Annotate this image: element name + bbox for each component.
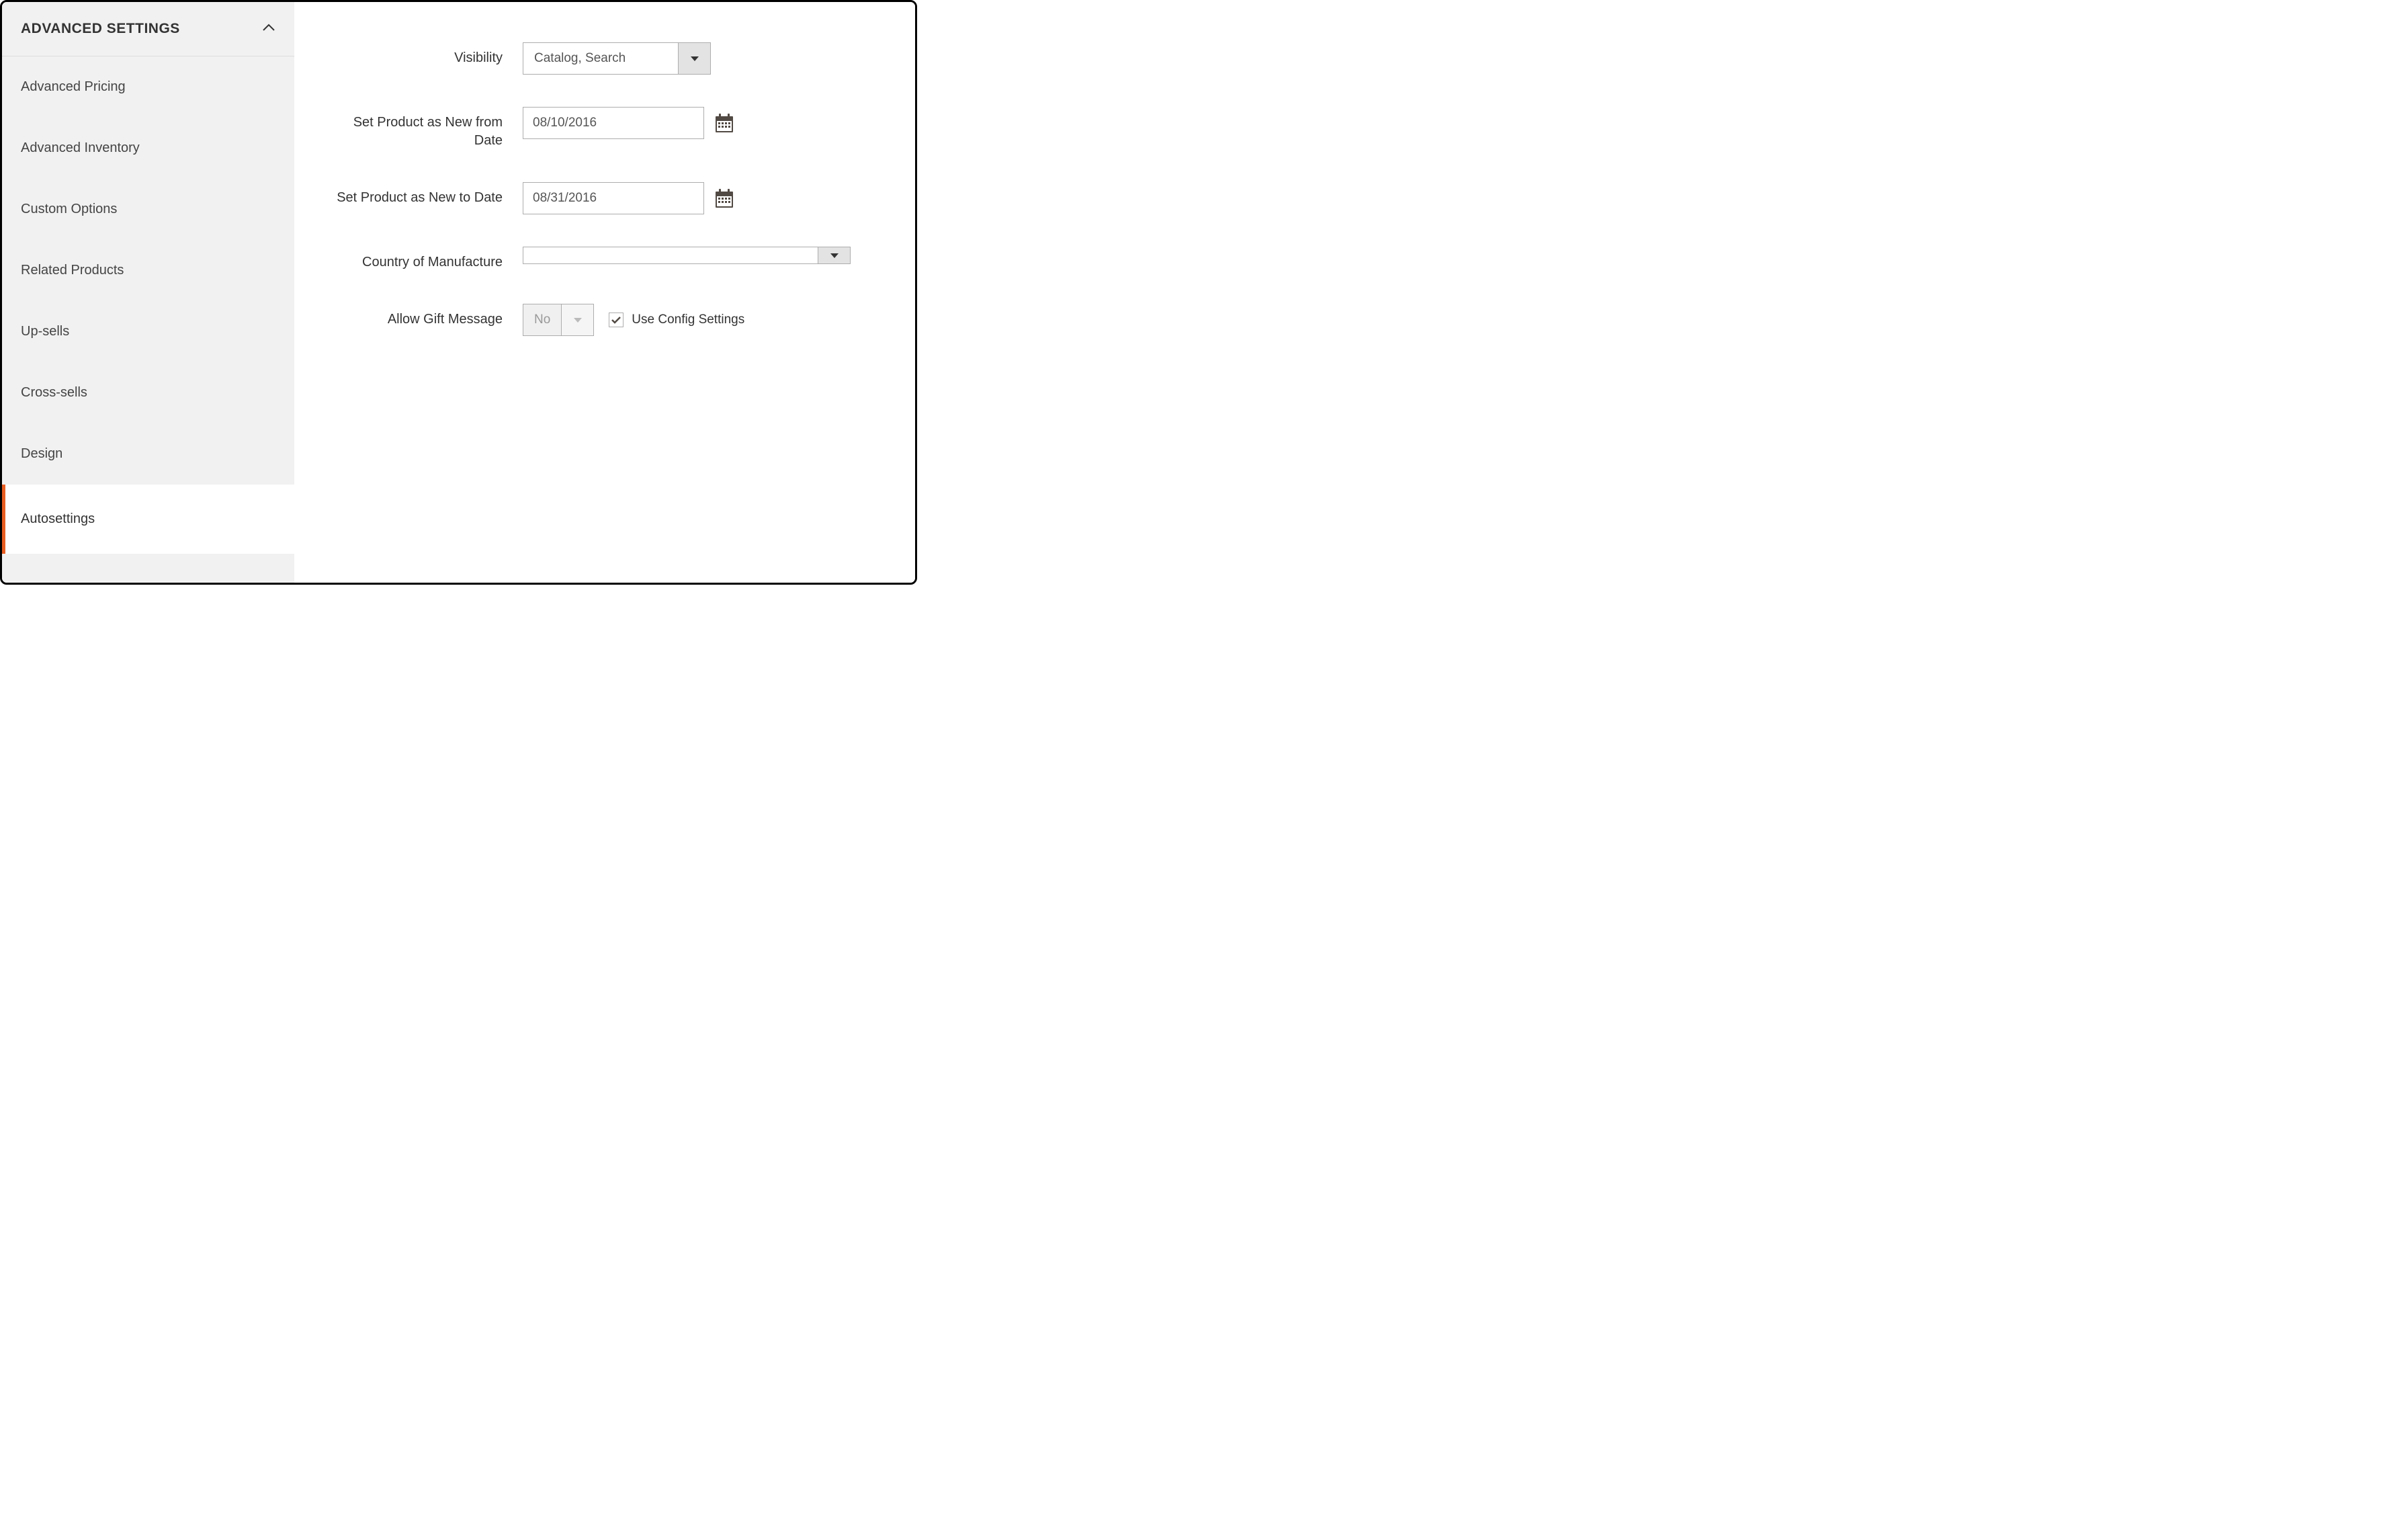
sidebar: ADVANCED SETTINGS Advanced Pricing Advan… xyxy=(2,2,294,583)
gift-toggle xyxy=(561,304,593,335)
new-from-calendar-button[interactable] xyxy=(714,112,735,134)
sidebar-item-label: Related Products xyxy=(21,263,124,278)
sidebar-item-advanced-pricing[interactable]: Advanced Pricing xyxy=(2,56,294,118)
use-config-label: Use Config Settings xyxy=(632,313,744,327)
sidebar-items: Advanced Pricing Advanced Inventory Cust… xyxy=(2,56,294,554)
sidebar-item-label: Cross-sells xyxy=(21,385,87,400)
use-config-checkbox[interactable] xyxy=(609,313,624,327)
sidebar-item-custom-options[interactable]: Custom Options xyxy=(2,179,294,240)
label-visibility: Visibility xyxy=(321,42,523,67)
sidebar-item-label: Advanced Inventory xyxy=(21,140,140,155)
sidebar-item-related-products[interactable]: Related Products xyxy=(2,240,294,301)
row-new-to: Set Product as New to Date xyxy=(321,182,908,214)
sidebar-item-label: Autosettings xyxy=(21,511,95,526)
label-new-from: Set Product as New from Date xyxy=(321,107,523,150)
sidebar-item-label: Advanced Pricing xyxy=(21,79,126,94)
row-gift: Allow Gift Message No Use Config Setting… xyxy=(321,304,908,336)
row-visibility: Visibility Catalog, Search xyxy=(321,42,908,75)
row-country: Country of Manufacture xyxy=(321,247,908,272)
new-from-input[interactable] xyxy=(523,107,704,139)
country-toggle[interactable] xyxy=(818,247,850,263)
sidebar-item-autosettings[interactable]: Autosettings xyxy=(2,485,294,554)
main-form: Visibility Catalog, Search Set Product a… xyxy=(294,2,915,583)
sidebar-item-design[interactable]: Design xyxy=(2,423,294,485)
chevron-down-icon xyxy=(830,253,838,258)
new-to-calendar-button[interactable] xyxy=(714,188,735,209)
new-to-input[interactable] xyxy=(523,182,704,214)
sidebar-item-label: Design xyxy=(21,446,62,461)
country-select[interactable] xyxy=(523,247,851,264)
settings-panel: ADVANCED SETTINGS Advanced Pricing Advan… xyxy=(0,0,917,585)
gift-value: No xyxy=(523,304,561,335)
sidebar-item-cross-sells[interactable]: Cross-sells xyxy=(2,362,294,423)
country-value xyxy=(523,247,818,263)
chevron-down-icon xyxy=(691,56,699,61)
calendar-icon xyxy=(714,188,735,209)
sidebar-item-advanced-inventory[interactable]: Advanced Inventory xyxy=(2,118,294,179)
visibility-select[interactable]: Catalog, Search xyxy=(523,42,711,75)
sidebar-item-up-sells[interactable]: Up-sells xyxy=(2,301,294,362)
chevron-down-icon xyxy=(574,318,582,323)
visibility-toggle[interactable] xyxy=(678,43,710,74)
sidebar-header-title: ADVANCED SETTINGS xyxy=(21,21,180,37)
sidebar-item-label: Custom Options xyxy=(21,202,117,216)
label-new-to: Set Product as New to Date xyxy=(321,182,523,207)
sidebar-header[interactable]: ADVANCED SETTINGS xyxy=(2,2,294,56)
visibility-value: Catalog, Search xyxy=(523,43,678,74)
check-icon xyxy=(611,317,621,324)
chevron-up-icon xyxy=(262,23,275,35)
sidebar-item-label: Up-sells xyxy=(21,324,69,339)
label-gift: Allow Gift Message xyxy=(321,304,523,329)
label-country: Country of Manufacture xyxy=(321,247,523,272)
calendar-icon xyxy=(714,112,735,134)
use-config-checkbox-wrap: Use Config Settings xyxy=(609,313,744,327)
gift-select: No xyxy=(523,304,594,336)
row-new-from: Set Product as New from Date xyxy=(321,107,908,150)
